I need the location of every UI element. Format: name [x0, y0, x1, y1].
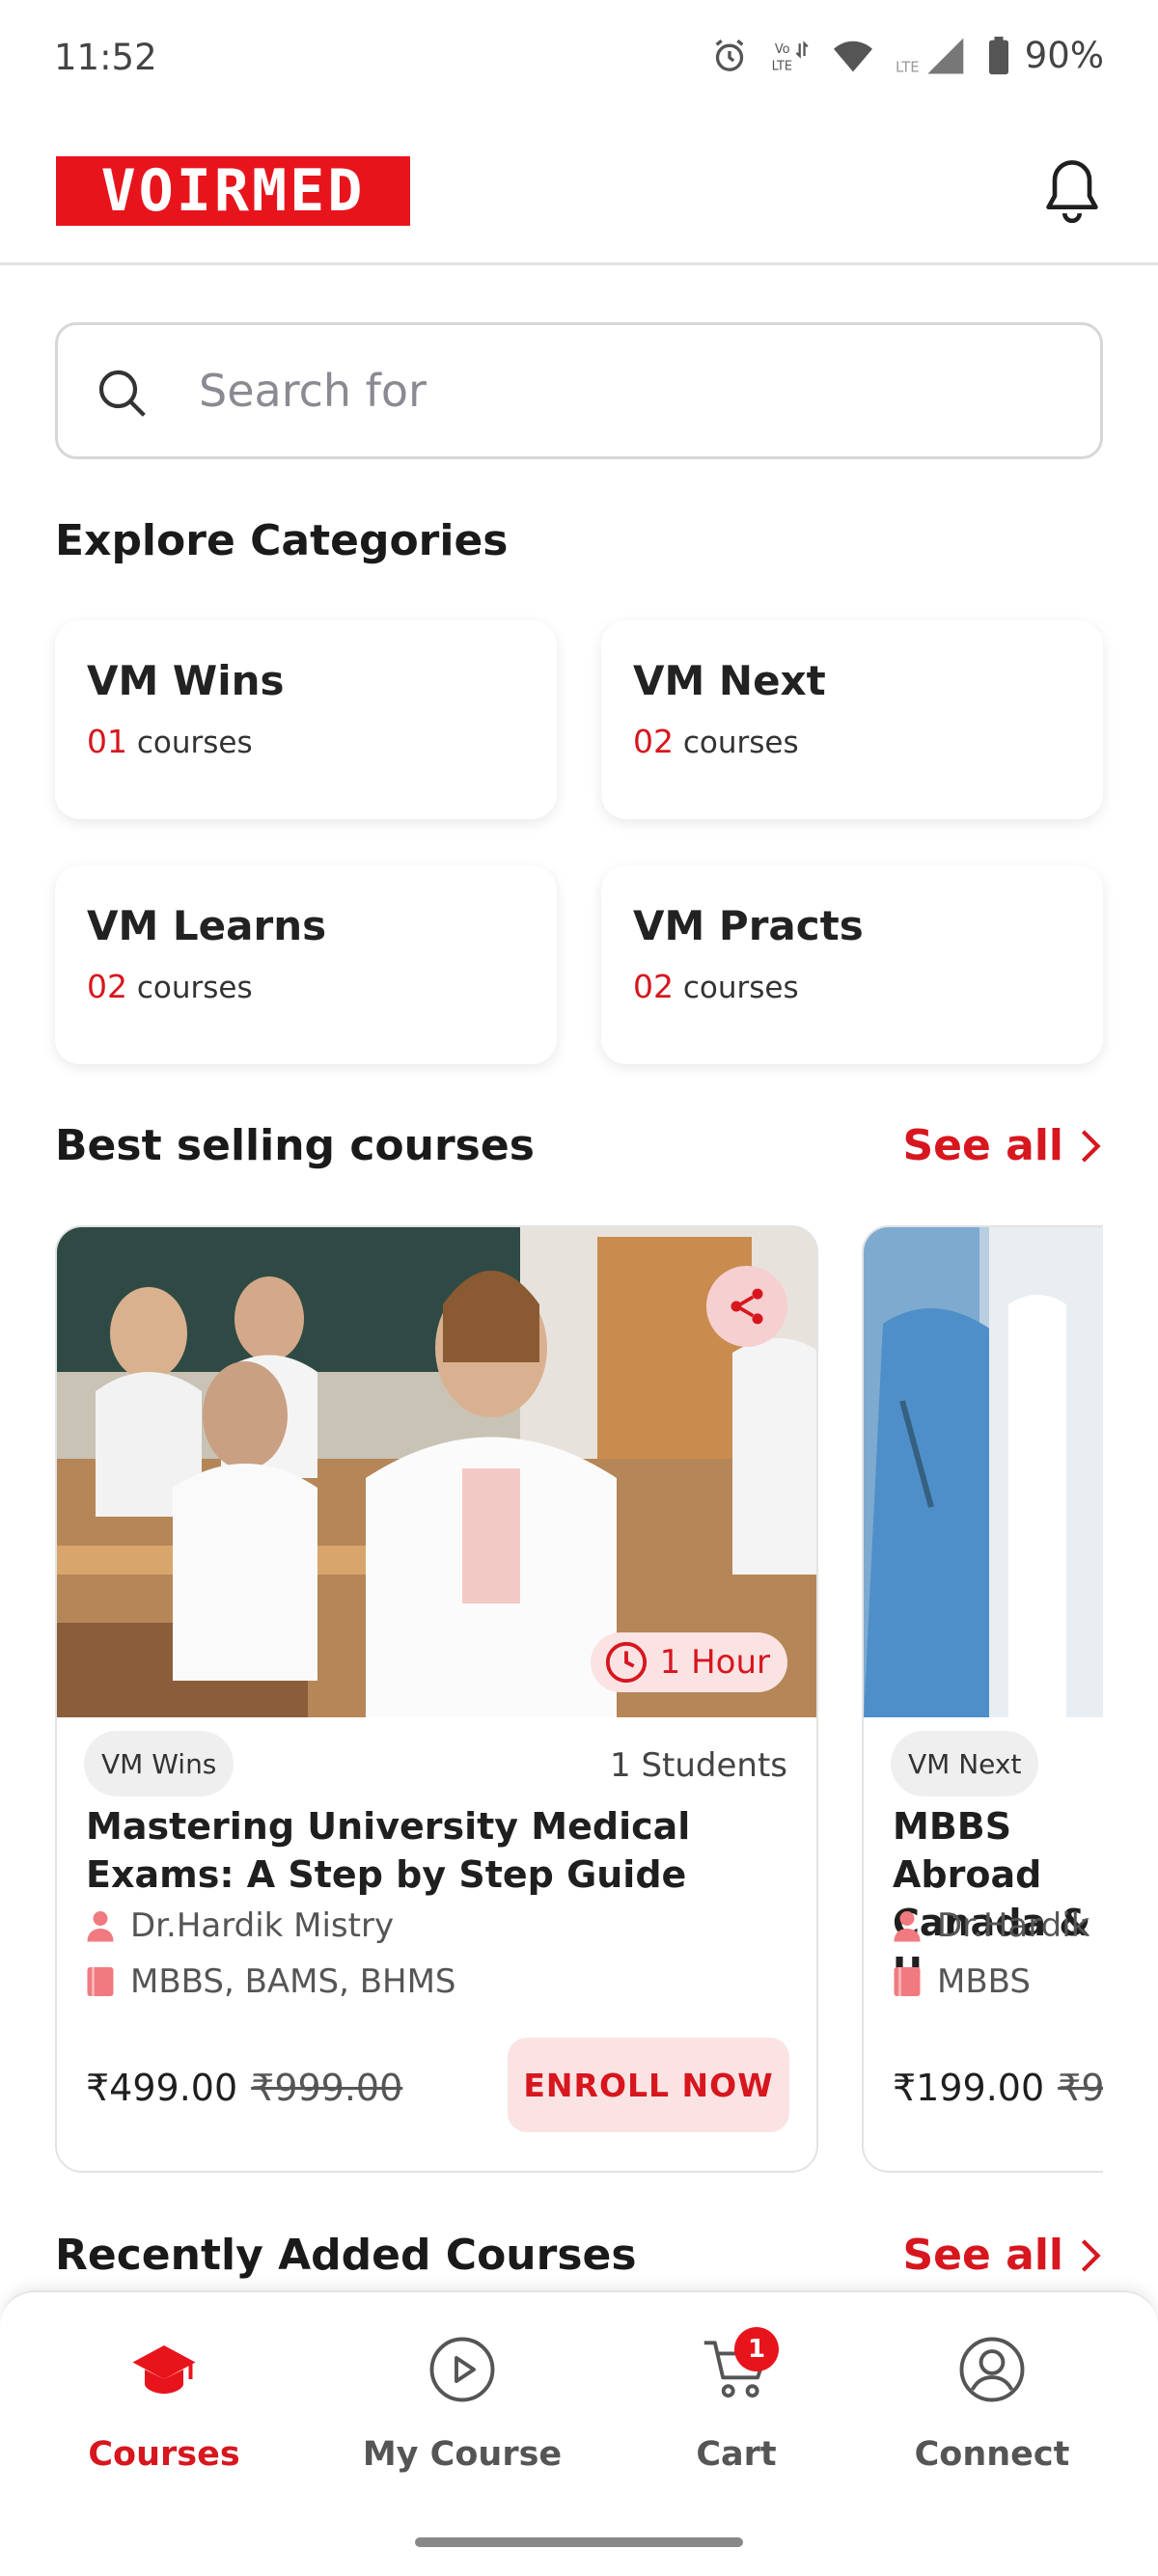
course-title[interactable]: Mastering University Medical Exams: A St…: [86, 1802, 800, 1899]
category-name: VM Practs: [633, 902, 864, 949]
course-category-tag: VM Next: [891, 1731, 1039, 1796]
recently-added-title: Recently Added Courses: [55, 2231, 637, 2280]
enroll-now-button[interactable]: ENROLL NOW: [508, 2038, 789, 2132]
nav-connect[interactable]: Connect: [881, 2331, 1103, 2495]
cart-badge: 1: [734, 2327, 779, 2371]
course-thumbnail: [864, 1227, 1103, 1717]
best-selling-title: Best selling courses: [55, 1121, 535, 1170]
original-price: ₹999.00: [251, 2067, 403, 2109]
see-all-label: See all: [902, 1121, 1063, 1170]
svg-text:LTE: LTE: [896, 59, 920, 75]
app-header: VOIRMED: [0, 116, 1158, 265]
price: ₹499.00: [86, 2067, 238, 2109]
categories-title: Explore Categories: [55, 516, 509, 565]
search-bar[interactable]: [55, 322, 1103, 459]
duration-text: 1 Hour: [659, 1643, 770, 1682]
battery-icon: [988, 36, 1008, 74]
category-card-vm-next[interactable]: VM Next 02 courses: [601, 620, 1103, 819]
clock-icon: [605, 1641, 647, 1684]
play-circle-icon: [424, 2331, 501, 2408]
price: ₹199.00: [893, 2067, 1045, 2109]
category-card-vm-practs[interactable]: VM Practs 02 courses: [601, 865, 1103, 1064]
svg-text:Vo: Vo: [775, 41, 790, 56]
graduation-cap-icon: [125, 2331, 203, 2408]
category-count: 02 courses: [633, 723, 799, 760]
see-all-label: See all: [902, 2231, 1063, 2280]
voirmed-logo[interactable]: VOIRMED: [56, 156, 410, 226]
degrees-text: MBBS: [937, 1962, 1031, 2001]
search-input[interactable]: [199, 360, 1048, 422]
user-circle-icon: [953, 2331, 1031, 2408]
course-card[interactable]: 1 Hour VM Wins 1 Students Mastering Univ…: [55, 1225, 818, 2173]
best-selling-see-all[interactable]: See all: [902, 1121, 1102, 1170]
course-thumbnail: 1 Hour: [57, 1227, 816, 1717]
share-button[interactable]: [706, 1266, 787, 1347]
nav-label: Cart: [696, 2435, 777, 2474]
logo-text: VOIRMED: [100, 157, 366, 225]
battery-percent: 90%: [1024, 35, 1104, 76]
search-icon: [98, 370, 146, 417]
nav-label: My Course: [362, 2435, 563, 2474]
instructor-row: Dr.Hardik Mistry: [86, 1906, 394, 1945]
chevron-right-icon: [1081, 2238, 1101, 2272]
course-card[interactable]: VM Next MBBS Abroad Canada & U Dr.Hardik…: [862, 1225, 1103, 2173]
category-count: 02 courses: [633, 968, 799, 1005]
price-row: ₹199.00 ₹99: [893, 2067, 1103, 2109]
degrees-row: MBBS, BAMS, BHMS: [86, 1962, 456, 2001]
wifi-icon: [833, 41, 872, 71]
home-indicator[interactable]: [415, 2537, 743, 2547]
chevron-right-icon: [1081, 1129, 1101, 1163]
category-card-vm-wins[interactable]: VM Wins 01 courses: [55, 620, 557, 819]
nav-courses[interactable]: Courses: [53, 2331, 275, 2495]
recently-added-see-all[interactable]: See all: [902, 2231, 1102, 2280]
svg-text:LTE: LTE: [771, 59, 791, 73]
original-price: ₹99: [1058, 2067, 1103, 2109]
bottom-navigation: Courses My Course 1 Cart Connect: [0, 2290, 1158, 2576]
course-carousel[interactable]: 1 Hour VM Wins 1 Students Mastering Univ…: [55, 1225, 1103, 2176]
alarm-icon: [715, 39, 744, 71]
nav-my-course[interactable]: My Course: [351, 2331, 573, 2495]
person-icon: [87, 1911, 114, 1942]
status-icons: Vo LTE LTE 90%: [710, 35, 1104, 76]
category-name: VM Next: [633, 657, 826, 704]
status-bar: 11:52 Vo LTE LTE 90%: [0, 0, 1158, 116]
students-count: 1 Students: [610, 1746, 787, 1785]
instructor-name: Dr.Hardik M: [937, 1906, 1103, 1945]
cart-icon: 1: [698, 2327, 779, 2408]
book-icon: [894, 1967, 921, 1996]
nav-cart[interactable]: 1 Cart: [625, 2327, 847, 2495]
category-name: VM Learns: [87, 902, 327, 949]
degrees-text: MBBS, BAMS, BHMS: [130, 1962, 456, 2001]
course-category-tag: VM Wins: [84, 1731, 234, 1796]
signal-icon: LTE: [896, 38, 964, 75]
nav-label: Courses: [88, 2435, 240, 2474]
share-icon: [731, 1288, 763, 1325]
nav-label: Connect: [914, 2435, 1070, 2474]
status-time: 11:52: [54, 37, 157, 78]
book-icon: [87, 1967, 114, 1996]
bell-icon[interactable]: [1042, 156, 1102, 226]
category-name: VM Wins: [87, 657, 285, 704]
volte-icon: Vo LTE: [771, 40, 809, 73]
category-count: 02 courses: [87, 968, 253, 1005]
person-icon: [894, 1911, 921, 1942]
category-count: 01 courses: [87, 723, 253, 760]
degrees-row: MBBS: [893, 1962, 1031, 2001]
price-row: ₹499.00 ₹999.00: [86, 2067, 402, 2109]
category-card-vm-learns[interactable]: VM Learns 02 courses: [55, 865, 557, 1064]
instructor-row: Dr.Hardik M: [893, 1906, 1103, 1945]
duration-badge: 1 Hour: [590, 1632, 787, 1692]
instructor-name: Dr.Hardik Mistry: [130, 1906, 395, 1945]
